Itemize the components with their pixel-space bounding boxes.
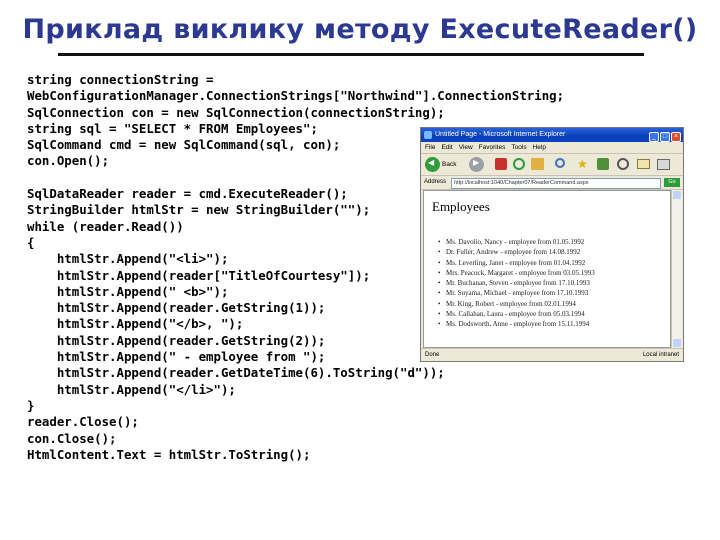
refresh-icon[interactable] [513,158,525,170]
code-line: htmlStr.Append("</li>"); [27,381,236,397]
list-item: Mr. Buchanan, Steven - employee from 17.… [438,278,595,289]
forward-icon[interactable] [469,157,484,172]
address-input[interactable]: http://localhost:1040/Chapter07/ReaderCo… [451,178,661,189]
browser-titlebar: Untitled Page - Microsoft Internet Explo… [421,128,683,142]
search-icon[interactable] [555,158,565,168]
back-label[interactable]: Back [442,157,456,172]
status-bar: Done Local intranet [421,348,683,361]
code-line: htmlStr.Append(reader.GetDateTime(6).ToS… [27,365,445,381]
vertical-scrollbar[interactable] [671,190,682,348]
menu-item-help[interactable]: Help [533,144,546,151]
code-line: SqlConnection con = new SqlConnection(co… [27,104,445,120]
back-icon[interactable] [425,157,440,172]
page-viewport: Employees Ms. Davolio, Nancy - employee … [423,190,671,348]
list-item: Mrs. Peacock, Margaret - employee from 0… [438,268,595,279]
list-item: Ms. Leverling, Janet - employee from 01.… [438,258,595,269]
code-line: HtmlContent.Text = htmlStr.ToString(); [27,446,311,462]
list-item: Mr. King, Robert - employee from 02.01.1… [438,299,595,310]
list-item: Ms. Davolio, Nancy - employee from 01.05… [438,237,595,248]
ie-app-icon [424,131,432,139]
menu-item-view[interactable]: View [459,144,473,151]
browser-window: Untitled Page - Microsoft Internet Explo… [420,127,684,362]
home-icon[interactable] [531,158,544,170]
history-icon[interactable] [617,158,629,170]
list-item: Mr. Suyama, Michael - employee from 17.1… [438,288,595,299]
title-underline [58,53,644,56]
go-button[interactable]: Go [664,178,680,187]
code-line: } [27,397,35,413]
minimize-button[interactable]: _ [649,132,659,142]
address-bar: Address http://localhost:1040/Chapter07/… [421,176,683,190]
media-icon[interactable] [597,158,609,170]
employee-list: Ms. Davolio, Nancy - employee from 01.05… [438,237,595,330]
menu-item-edit[interactable]: Edit [441,144,452,151]
window-title: Untitled Page - Microsoft Internet Explo… [435,131,566,138]
favorites-icon[interactable]: ★ [577,158,589,170]
stop-icon[interactable] [495,158,507,170]
browser-toolbar: Back ★ [421,154,683,176]
maximize-button[interactable]: □ [660,132,670,142]
page-heading: Employees [432,199,490,214]
code-line: string connectionString = [27,72,214,87]
mail-icon[interactable] [637,159,650,169]
address-label: Address [424,179,447,185]
list-item: Ms. Callahan, Laura - employee from 05.0… [438,309,595,320]
list-item: Ms. Dodsworth, Anne - employee from 15.1… [438,319,595,330]
code-line: WebConfigurationManager.ConnectionString… [27,88,565,104]
status-text: Done [425,352,440,358]
menu-item-file[interactable]: File [425,144,435,151]
code-line: reader.Close(); [27,414,139,430]
menu-item-favorites[interactable]: Favorites [479,144,506,151]
menu-item-tools[interactable]: Tools [511,144,526,151]
close-button[interactable]: × [671,132,681,142]
menu-bar: File Edit View Favorites Tools Help [421,142,683,154]
code-line: con.Close(); [27,430,117,446]
security-zone: Local intranet [642,352,679,358]
slide-title: Приклад виклику методу ExecuteReader() [22,14,698,45]
list-item: Dr. Fuller, Andrew - employee from 14.08… [438,247,595,258]
print-icon[interactable] [657,159,670,170]
